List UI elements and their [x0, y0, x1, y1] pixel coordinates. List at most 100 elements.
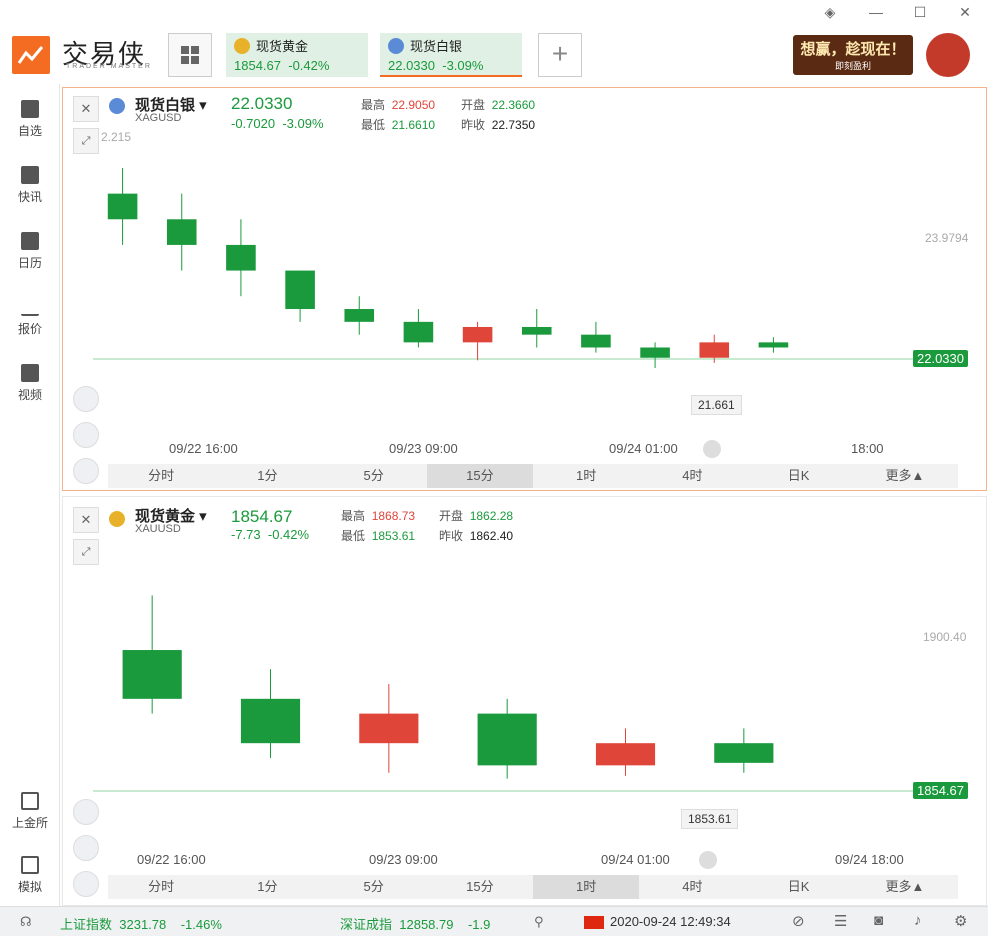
list-icon[interactable]: ☰ — [834, 912, 847, 930]
mute-icon[interactable]: ♪ — [914, 912, 922, 929]
period-option[interactable]: 4时 — [639, 464, 745, 488]
tab-silver[interactable]: 现货白银 22.0330 -3.09% — [380, 33, 522, 77]
candle-body — [285, 270, 315, 310]
tab-gold-change: -0.42% — [288, 58, 330, 73]
sidebar-item-quotes[interactable]: 报价 — [0, 298, 60, 337]
period-option[interactable]: 1分 — [214, 464, 320, 488]
candle-body — [640, 347, 670, 358]
link-icon[interactable]: ⚲ — [534, 914, 544, 930]
sidebar-item-label: 日历 — [17, 256, 42, 270]
close-icon[interactable]: ✕ — [955, 4, 975, 22]
tab-silver-price: 22.0330 — [388, 58, 435, 73]
scroll-handle-icon[interactable] — [699, 851, 717, 869]
period-more[interactable]: 更多▲ — [852, 464, 958, 488]
index-value: 3231.78 — [119, 917, 167, 932]
period-option[interactable]: 5分 — [321, 875, 427, 899]
candle-body — [107, 193, 138, 220]
candlestick-chart[interactable] — [63, 497, 986, 905]
period-option[interactable]: 日K — [746, 875, 852, 899]
simulate-icon — [21, 856, 39, 874]
exchange-icon — [21, 792, 39, 810]
maximize-icon[interactable]: ☐ — [910, 4, 930, 22]
period-more[interactable]: 更多▲ — [852, 875, 958, 899]
sidebar-item-label: 视频 — [17, 388, 42, 402]
index-change: -1.9 — [467, 917, 491, 932]
gold-coin-icon — [234, 38, 250, 54]
period-option[interactable]: 15分 — [427, 875, 533, 899]
promo-banner[interactable]: 想赢，趁现在！ 即刻盈利 — [793, 35, 913, 75]
layer-icon[interactable]: ◈ — [820, 4, 840, 22]
x-label: 09/22 16:00 — [137, 852, 206, 867]
settings-icon[interactable]: ⚙ — [954, 912, 967, 930]
y-tick: 1900.40 — [923, 630, 967, 644]
period-option[interactable]: 5分 — [321, 464, 427, 488]
candle-body — [714, 743, 774, 763]
period-option-selected[interactable]: 1时 — [533, 875, 640, 899]
draw-pen-icon[interactable] — [73, 835, 99, 861]
candle-body — [462, 326, 493, 343]
x-label: 09/24 01:00 — [609, 441, 678, 456]
period-option[interactable]: 分时 — [108, 464, 214, 488]
sidebar-item-video[interactable]: 视频 — [0, 364, 60, 403]
app-subtitle: TRADER MASTER — [66, 63, 152, 70]
camera-icon[interactable]: ◙ — [874, 912, 883, 929]
candle-body — [240, 698, 301, 744]
datetime: 2020-09-24 12:49:34 — [610, 914, 731, 929]
indicator-icon[interactable] — [73, 799, 99, 825]
tab-gold[interactable]: 现货黄金 1854.67 -0.42% — [226, 33, 368, 77]
draw-pen-icon[interactable] — [73, 422, 99, 448]
period-option[interactable]: 日K — [746, 464, 852, 488]
x-label: 09/22 16:00 — [169, 441, 238, 456]
candlestick-chart[interactable] — [63, 88, 986, 490]
x-label: 18:00 — [851, 441, 884, 456]
china-flag-icon — [584, 916, 604, 929]
app-logo-icon — [12, 36, 50, 74]
period-bar: 分时 1分 5分 15分 1时 4时 日K 更多▲ — [108, 875, 958, 899]
add-tab-button[interactable]: + — [538, 33, 582, 77]
headset-icon[interactable]: ☊ — [20, 914, 32, 930]
sidebar-item-news[interactable]: 快讯 — [0, 166, 60, 205]
avatar[interactable] — [926, 33, 970, 77]
x-label: 09/23 09:00 — [369, 852, 438, 867]
line-chart-icon[interactable] — [73, 458, 99, 484]
low-price-tag: 1853.61 — [681, 809, 739, 829]
indicator-icon[interactable] — [73, 386, 99, 412]
promo-line2: 即刻盈利 — [834, 61, 871, 71]
silver-coin-icon — [388, 38, 404, 54]
candle-body — [359, 713, 419, 744]
candle-body — [595, 743, 656, 766]
x-label: 09/24 18:00 — [835, 852, 904, 867]
candle-body — [403, 321, 434, 343]
sidebar-item-label: 自选 — [17, 124, 42, 138]
minimize-icon[interactable]: — — [866, 4, 886, 22]
layout-grid-button[interactable] — [168, 33, 212, 77]
sidebar-item-label: 上金所 — [11, 816, 48, 830]
promo-line1: 想赢，趁现在！ — [800, 41, 906, 58]
scroll-handle-icon[interactable] — [703, 440, 721, 458]
candle-body — [122, 650, 182, 699]
index-sz[interactable]: 深证成指 12858.79 -1.9 — [340, 914, 516, 933]
period-option[interactable]: 4时 — [639, 875, 745, 899]
sidebar-item-simulate[interactable]: 模拟 — [0, 856, 60, 895]
index-change: -1.46% — [180, 917, 222, 932]
sidebar-item-label: 报价 — [17, 322, 42, 336]
period-option[interactable]: 1时 — [533, 464, 639, 488]
tab-gold-price: 1854.67 — [234, 58, 281, 73]
bookmark-icon — [21, 100, 39, 118]
period-option[interactable]: 分时 — [108, 875, 214, 899]
period-option[interactable]: 1分 — [214, 875, 320, 899]
candle-body — [521, 326, 552, 335]
y-tick: 23.9794 — [925, 231, 969, 245]
video-icon — [21, 364, 39, 382]
sidebar-item-calendar[interactable]: 日历 — [0, 232, 60, 271]
quote-icon — [21, 298, 39, 316]
sidebar-item-exchange[interactable]: 上金所 — [0, 792, 60, 831]
calendar-icon — [21, 232, 39, 250]
period-option-selected[interactable]: 15分 — [426, 464, 533, 488]
index-sh[interactable]: 上证指数 3231.78 -1.46% — [60, 914, 222, 933]
candle-body — [344, 309, 375, 322]
current-price-tag: 1854.67 — [913, 782, 968, 799]
sidebar-item-favorites[interactable]: 自选 — [0, 100, 60, 139]
line-chart-icon[interactable] — [73, 871, 99, 897]
no-chart-icon[interactable]: ⊘ — [792, 912, 805, 930]
